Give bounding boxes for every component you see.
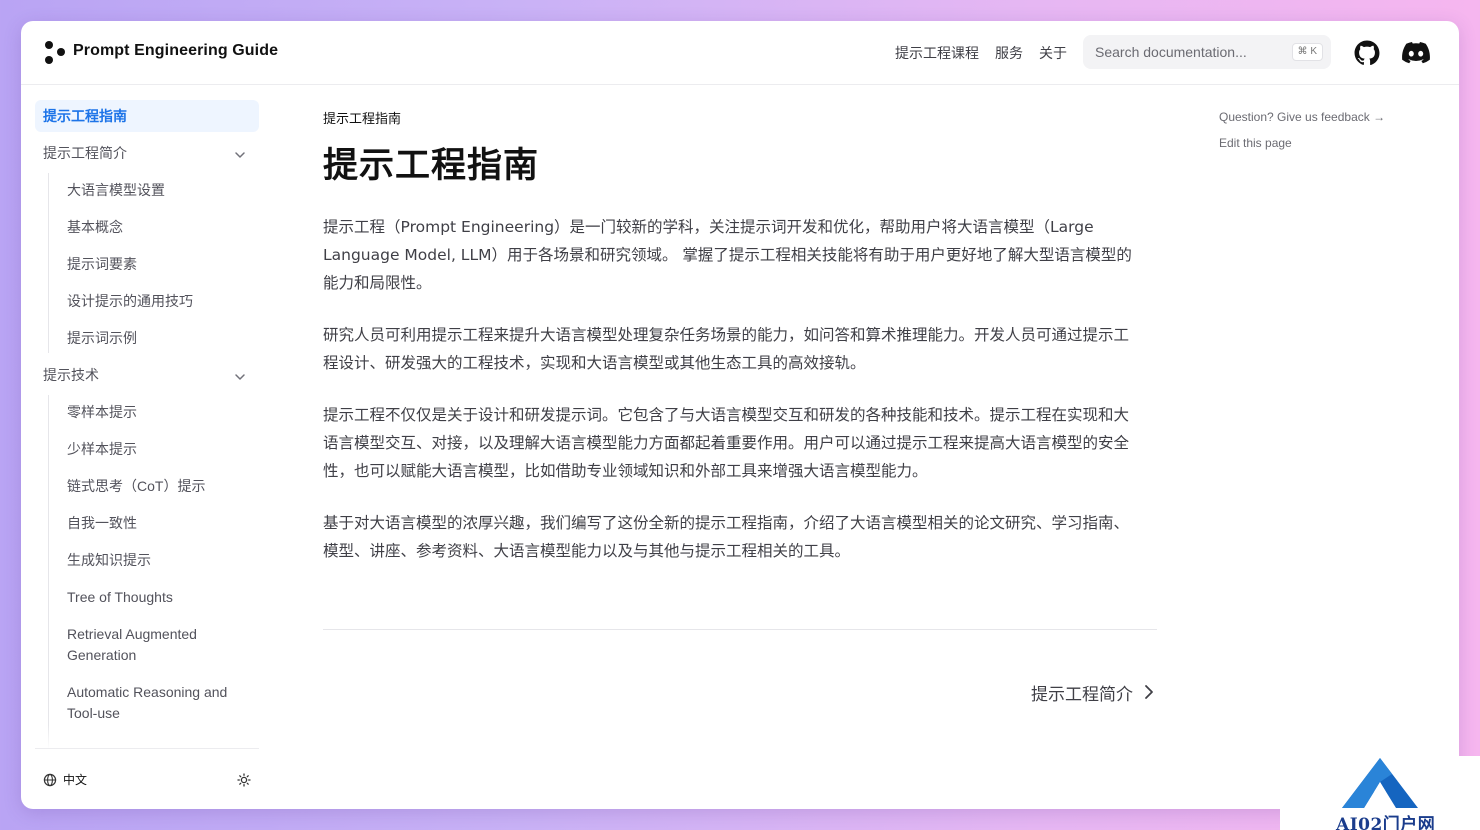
chevron-right-icon bbox=[1143, 684, 1155, 700]
paragraph-3: 提示工程不仅仅是关于设计和研发提示词。它包含了与大语言模型交互和研发的各种技能和… bbox=[323, 401, 1157, 485]
paragraph-line: 模型、讲座、参考资料、大语言模型能力以及与其他与提示工程相关的工具。 bbox=[323, 542, 851, 560]
paragraph-line: 研究人员可利用提示工程来提升大语言模型处理复杂任务场景的能力，如问答和算术推理能… bbox=[323, 326, 1130, 344]
nav-link-about[interactable]: 关于 bbox=[1039, 43, 1067, 63]
sidebar: 提示工程指南 提示工程简介 大语言模型设置 基本概念 提示词要素 设计提示的通用… bbox=[21, 85, 271, 809]
paragraph-4: 基于对大语言模型的浓厚兴趣，我们编写了这份全新的提示工程指南，介绍了大语言模型相… bbox=[323, 509, 1157, 565]
sun-icon[interactable] bbox=[237, 772, 251, 787]
sidebar-item-rag[interactable]: Retrieval Augmented bbox=[67, 624, 197, 645]
sidebar-item-cot[interactable]: 链式思考（CoT）提示 bbox=[67, 476, 205, 497]
search-input[interactable] bbox=[1083, 35, 1293, 69]
sidebar-item-rag-line2[interactable]: Generation bbox=[67, 645, 136, 666]
paragraph-line: Language Model, LLM）用于各场景和研究领域。 掌握了提示工程相… bbox=[323, 246, 1132, 264]
browser-window: Prompt Engineering Guide 提示工程课程 服务 关于 ⌘ … bbox=[21, 21, 1459, 809]
sidebar-item-examples[interactable]: 提示词示例 bbox=[67, 328, 137, 349]
paragraph-line: 能力和局限性。 bbox=[323, 274, 432, 292]
sidebar-item-self-consistency[interactable]: 自我一致性 bbox=[67, 513, 137, 534]
paragraph-line: 语言模型交互、对接，以及理解大语言模型能力方面都起着重要作用。用户可以通过提示工… bbox=[323, 434, 1130, 452]
sidebar-item-zero-shot[interactable]: 零样本提示 bbox=[67, 402, 137, 423]
watermark-text: AI02门户网 bbox=[1336, 815, 1436, 830]
sidebar-item-introduction[interactable]: 提示工程简介 bbox=[43, 143, 127, 164]
sidebar-nest-line bbox=[48, 173, 49, 353]
paragraph-line: 基于对大语言模型的浓厚兴趣，我们编写了这份全新的提示工程指南，介绍了大语言模型相… bbox=[323, 514, 1130, 532]
sidebar-item-guide[interactable]: 提示工程指南 bbox=[43, 106, 127, 127]
sidebar-item-knowledge[interactable]: 生成知识提示 bbox=[67, 550, 151, 571]
logo-icon[interactable] bbox=[43, 40, 69, 66]
paragraph-1: 提示工程（Prompt Engineering）是一门较新的学科，关注提示词开发… bbox=[323, 213, 1157, 297]
site-title[interactable]: Prompt Engineering Guide bbox=[73, 42, 278, 60]
sidebar-item-tot[interactable]: Tree of Thoughts bbox=[67, 587, 173, 608]
feedback-link[interactable]: Question? Give us feedback → bbox=[1219, 110, 1385, 124]
sidebar-item-techniques[interactable]: 提示技术 bbox=[43, 365, 99, 386]
next-page-label: 提示工程简介 bbox=[1031, 684, 1133, 705]
paragraph-line: 提示工程不仅仅是关于设计和研发提示词。它包含了与大语言模型交互和研发的各种技能和… bbox=[323, 406, 1130, 424]
paragraph-2: 研究人员可利用提示工程来提升大语言模型处理复杂任务场景的能力，如问答和算术推理能… bbox=[323, 321, 1157, 377]
sidebar-item-elements[interactable]: 提示词要素 bbox=[67, 254, 137, 275]
chevron-down-icon[interactable] bbox=[233, 147, 247, 161]
sidebar-nest-line bbox=[48, 395, 49, 765]
sidebar-item-tips[interactable]: 设计提示的通用技巧 bbox=[67, 291, 193, 312]
content-divider bbox=[323, 629, 1157, 630]
language-switcher[interactable]: 中文 bbox=[63, 771, 87, 788]
globe-icon[interactable] bbox=[43, 772, 57, 787]
paragraph-line: 程设计、研发强大的工程技术，实现和大语言模型或其他生态工具的高效接轨。 bbox=[323, 354, 866, 372]
paragraph-line: 性，也可以赋能大语言模型，比如借助专业领域知识和外部工具来增强大语言模型能力。 bbox=[323, 462, 928, 480]
sidebar-item-basics[interactable]: 基本概念 bbox=[67, 217, 123, 238]
sidebar-scroll-fade bbox=[35, 725, 259, 749]
page-title: 提示工程指南 bbox=[323, 146, 540, 186]
paragraph-line: 提示工程（Prompt Engineering）是一门较新的学科，关注提示词开发… bbox=[323, 218, 1094, 236]
discord-icon[interactable] bbox=[1402, 40, 1430, 66]
nav-link-services[interactable]: 服务 bbox=[995, 43, 1023, 63]
breadcrumb[interactable]: 提示工程指南 bbox=[323, 108, 401, 127]
search-box[interactable]: ⌘ K bbox=[1083, 35, 1331, 69]
sidebar-item-art[interactable]: Automatic Reasoning and bbox=[67, 682, 227, 703]
nav-link-courses[interactable]: 提示工程课程 bbox=[895, 43, 979, 63]
sidebar-footer: 中文 bbox=[35, 748, 259, 809]
github-icon[interactable] bbox=[1354, 40, 1380, 66]
sidebar-item-few-shot[interactable]: 少样本提示 bbox=[67, 439, 137, 460]
sidebar-item-llm-settings[interactable]: 大语言模型设置 bbox=[67, 180, 165, 201]
next-page-link[interactable]: 提示工程简介 bbox=[1021, 678, 1155, 706]
search-shortcut-badge: ⌘ K bbox=[1291, 43, 1323, 61]
chevron-down-icon[interactable] bbox=[233, 369, 247, 383]
top-navbar: Prompt Engineering Guide 提示工程课程 服务 关于 ⌘ … bbox=[21, 21, 1459, 85]
edit-page-link[interactable]: Edit this page bbox=[1219, 136, 1292, 150]
sidebar-item-art-line2[interactable]: Tool-use bbox=[67, 703, 120, 724]
watermark-logo-icon bbox=[1340, 756, 1420, 810]
